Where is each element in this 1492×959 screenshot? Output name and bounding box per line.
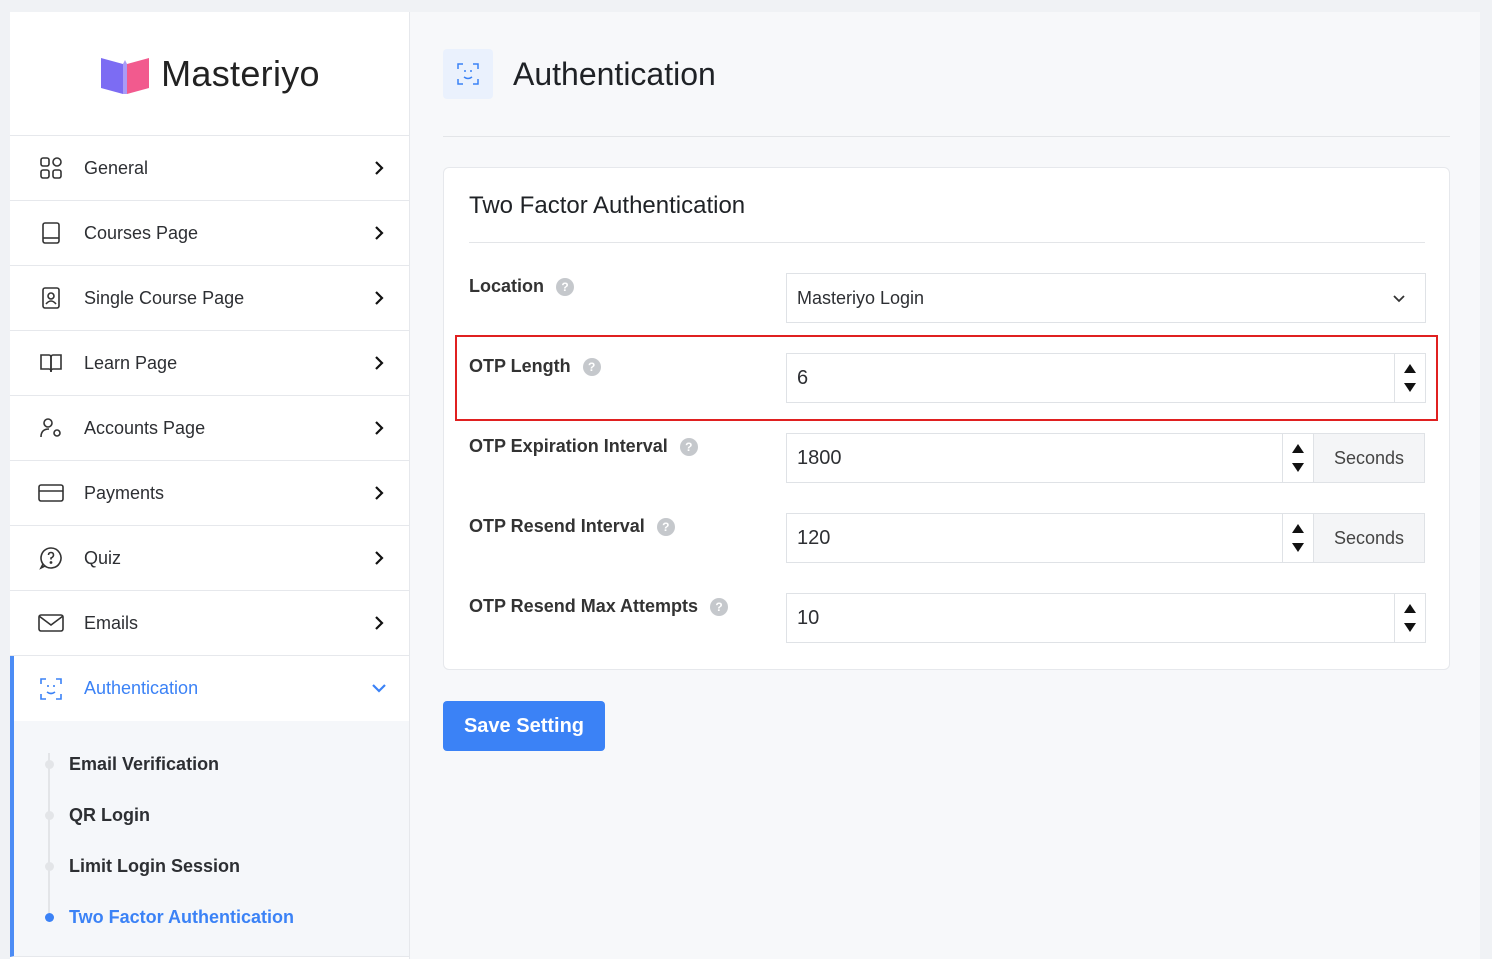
chevron-right-icon: [375, 421, 384, 435]
field-label-text: Location: [469, 276, 544, 296]
otp-resend-value: 120: [797, 526, 831, 549]
sidebar-item-label: Courses Page: [84, 222, 199, 243]
chevron-right-icon: [375, 486, 384, 500]
subnav-item-two-factor-authentication[interactable]: Two Factor Authentication: [14, 892, 409, 943]
otp-max-attempts-value: 10: [797, 606, 820, 629]
sidebar-item-emails[interactable]: Emails: [10, 591, 409, 656]
otp-max-attempts-label: OTP Resend Max Attempts ?: [469, 596, 729, 617]
location-select[interactable]: Masteriyo Login: [786, 273, 1426, 323]
page-title: Authentication: [513, 55, 716, 92]
sidebar-item-label: Single Course Page: [84, 287, 245, 308]
subnav-item-label: QR Login: [69, 805, 150, 825]
sidebar-item-label: Authentication: [84, 678, 199, 698]
decrement-arrow-icon[interactable]: [1292, 543, 1304, 552]
otp-length-highlight-box: [455, 335, 1438, 421]
sidebar-item-single-course-page[interactable]: Single Course Page: [10, 266, 409, 331]
sidebar-item-accounts-page[interactable]: Accounts Page: [10, 396, 409, 461]
chevron-right-icon: [375, 356, 384, 370]
subnav-dot: [45, 862, 54, 871]
card-title: Two Factor Authentication: [469, 192, 746, 219]
user-gear-icon: [38, 415, 64, 441]
subnav-dot: [45, 811, 54, 820]
sidebar-item-label: Quiz: [84, 547, 122, 568]
otp-expiration-stepper[interactable]: [1282, 434, 1313, 482]
chat-question-icon: [38, 545, 64, 571]
subnav-item-limit-login-session[interactable]: Limit Login Session: [14, 841, 409, 892]
card-divider: [469, 242, 1425, 243]
sidebar-item-courses-page[interactable]: Courses Page: [10, 201, 409, 266]
otp-expiration-label: OTP Expiration Interval ?: [469, 436, 698, 457]
subnav-dot: [45, 913, 54, 922]
save-setting-button[interactable]: Save Setting: [443, 701, 605, 751]
sidebar-item-learn-page[interactable]: Learn Page: [10, 331, 409, 396]
credit-card-icon: [38, 480, 64, 506]
chevron-down-icon: [372, 684, 386, 693]
field-label-text: OTP Resend Interval: [469, 516, 645, 536]
sidebar-item-general[interactable]: General: [10, 136, 409, 201]
subnav-item-label: Limit Login Session: [69, 856, 241, 876]
open-book-icon: [38, 350, 64, 376]
masteriyo-logo-icon: [101, 57, 150, 94]
contact-book-icon: [38, 285, 64, 311]
face-scan-icon: [443, 49, 493, 99]
chevron-right-icon: [375, 551, 384, 565]
help-icon[interactable]: ?: [656, 517, 675, 536]
help-icon[interactable]: ?: [556, 277, 574, 296]
chevron-right-icon: [375, 161, 384, 175]
otp-max-attempts-input[interactable]: 10: [786, 593, 1426, 643]
sidebar-item-authentication[interactable]: Authentication: [10, 656, 409, 721]
main-content: Authentication Two Factor Authentication…: [410, 12, 1480, 959]
increment-arrow-icon[interactable]: [1404, 604, 1416, 613]
help-icon[interactable]: ?: [679, 437, 698, 456]
subnav-dot: [45, 760, 54, 769]
brand-name: Masteriyo: [161, 52, 320, 94]
authentication-subnav: Email Verification QR Login Limit Login …: [10, 721, 409, 957]
chevron-right-icon: [375, 291, 384, 305]
field-label-text: OTP Expiration Interval: [469, 436, 668, 456]
sidebar-item-label: Emails: [84, 612, 139, 633]
subnav-item-qr-login[interactable]: QR Login: [14, 790, 409, 841]
chevron-right-icon: [375, 616, 384, 630]
sidebar-item-label: Accounts Page: [84, 417, 206, 438]
subnav-item-label: Email Verification: [69, 754, 220, 774]
decrement-arrow-icon[interactable]: [1404, 623, 1416, 632]
location-select-value: Masteriyo Login: [797, 287, 925, 308]
otp-resend-input[interactable]: 120 Seconds: [786, 513, 1425, 563]
decrement-arrow-icon[interactable]: [1292, 463, 1304, 472]
brand-logo[interactable]: Masteriyo: [10, 12, 409, 136]
unit-addon: Seconds: [1313, 514, 1424, 562]
sidebar-item-label: Learn Page: [84, 352, 178, 373]
location-label: Location ?: [469, 276, 574, 297]
otp-expiration-value: 1800: [797, 446, 842, 469]
increment-arrow-icon[interactable]: [1292, 444, 1304, 453]
mail-icon: [38, 610, 64, 636]
book-icon: [38, 220, 64, 246]
face-scan-icon: [38, 676, 64, 702]
otp-max-attempts-stepper[interactable]: [1394, 594, 1425, 642]
sidebar-item-label: Payments: [84, 482, 165, 503]
increment-arrow-icon[interactable]: [1292, 524, 1304, 533]
page-header: Authentication: [443, 12, 1450, 137]
chevron-right-icon: [375, 226, 384, 240]
sidebar-item-payments[interactable]: Payments: [10, 461, 409, 526]
otp-resend-label: OTP Resend Interval ?: [469, 516, 675, 537]
sidebar-item-label: General: [84, 157, 149, 178]
subnav-item-label: Two Factor Authentication: [69, 907, 294, 927]
otp-expiration-input[interactable]: 1800 Seconds: [786, 433, 1425, 483]
settings-sidebar: Masteriyo General Courses Page Single Co…: [10, 12, 410, 959]
help-icon[interactable]: ?: [710, 597, 729, 616]
subnav-item-email-verification[interactable]: Email Verification: [14, 739, 409, 790]
chevron-down-icon: [1393, 295, 1405, 303]
grid-icon: [38, 155, 64, 181]
sidebar-item-quiz[interactable]: Quiz: [10, 526, 409, 591]
otp-resend-stepper[interactable]: [1282, 514, 1313, 562]
field-label-text: OTP Resend Max Attempts: [469, 596, 699, 616]
unit-addon: Seconds: [1313, 434, 1424, 482]
